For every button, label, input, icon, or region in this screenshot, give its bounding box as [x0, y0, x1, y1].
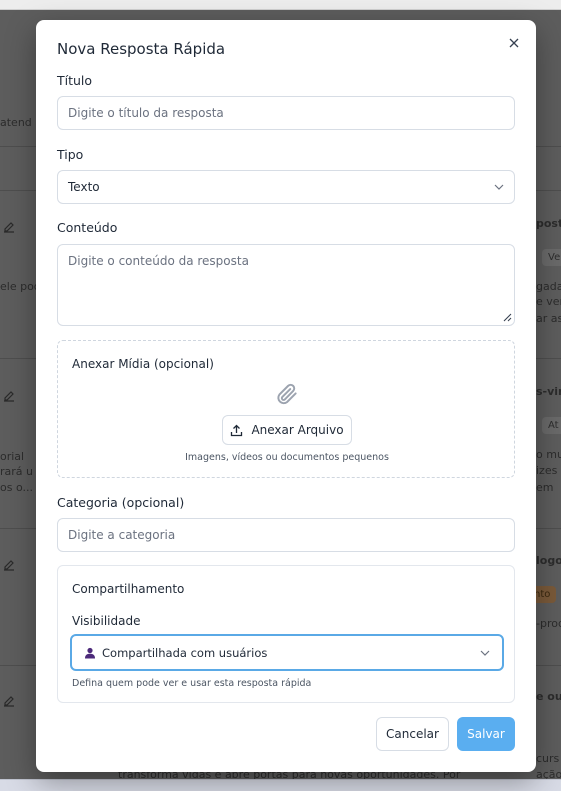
bg-badge: Ve — [542, 249, 561, 266]
type-select-value: Texto — [68, 180, 100, 194]
paperclip-icon — [277, 383, 297, 405]
sharing-title: Compartilhamento — [72, 582, 185, 596]
bg-text: em — [536, 481, 554, 494]
edit-icon — [4, 222, 14, 233]
visibility-select[interactable]: Compartilhada com usuários — [70, 634, 504, 671]
sharing-section: Compartilhamento Visibilidade Compartilh… — [57, 565, 515, 703]
new-quick-reply-modal: Nova Resposta Rápida Título Tipo Texto C… — [36, 20, 536, 772]
bg-text: posta — [536, 217, 561, 230]
bg-text: e ou — [536, 690, 561, 703]
cancel-button[interactable]: Cancelar — [376, 717, 449, 751]
browser-top-bar — [0, 0, 561, 10]
save-button[interactable]: Salvar — [457, 717, 515, 751]
bg-text: logo — [536, 554, 561, 567]
content-label: Conteúdo — [57, 220, 118, 235]
visibility-hint: Defina quem pode ver e usar esta respost… — [72, 678, 312, 689]
bg-text: ação — [536, 768, 561, 779]
attach-media-hint: Imagens, vídeos ou documentos pequenos — [185, 452, 389, 463]
edit-icon — [4, 391, 14, 402]
close-icon — [509, 38, 519, 48]
chevron-down-icon — [480, 650, 490, 656]
attach-media-title: Anexar Mídia (opcional) — [72, 357, 214, 371]
bg-text: -prod — [536, 617, 561, 630]
bg-text: ele pod — [0, 280, 41, 293]
type-select[interactable]: Texto — [57, 170, 515, 204]
bg-badge: At — [542, 417, 561, 434]
bg-text: gada — [536, 280, 561, 293]
category-input[interactable] — [57, 518, 515, 552]
close-button[interactable] — [503, 32, 525, 54]
content-textarea[interactable] — [57, 244, 515, 326]
user-icon — [85, 647, 95, 658]
bg-text: ar as — [536, 312, 561, 325]
category-label: Categoria (opcional) — [57, 495, 185, 510]
bg-text: os o... — [0, 481, 33, 494]
attach-media-dropzone[interactable]: Anexar Mídia (opcional) Anexar Arquivo I… — [57, 340, 515, 478]
upload-icon — [231, 424, 243, 436]
bg-text: rará u — [0, 465, 33, 478]
bg-text: s-vin — [536, 385, 561, 398]
modal-title: Nova Resposta Rápida — [57, 40, 226, 58]
title-label: Título — [57, 73, 93, 88]
visibility-label: Visibilidade — [72, 614, 141, 628]
type-label: Tipo — [57, 147, 84, 162]
bg-text: o mu — [536, 448, 561, 461]
title-input[interactable] — [57, 96, 515, 130]
visibility-select-value: Compartilhada com usuários — [102, 645, 268, 660]
bg-text: orial — [0, 450, 25, 463]
browser-bottom-bar — [0, 779, 561, 791]
bg-text: e ver — [536, 295, 561, 308]
attach-file-button[interactable]: Anexar Arquivo — [222, 415, 352, 445]
bg-text: curs — [536, 752, 560, 765]
edit-icon — [4, 696, 14, 707]
resize-handle-icon[interactable] — [502, 312, 512, 322]
chevron-down-icon — [494, 184, 504, 190]
edit-icon — [4, 560, 14, 571]
attach-file-button-label: Anexar Arquivo — [251, 423, 344, 437]
bg-text: izes — [536, 464, 558, 477]
bg-text: atend — [0, 116, 32, 129]
